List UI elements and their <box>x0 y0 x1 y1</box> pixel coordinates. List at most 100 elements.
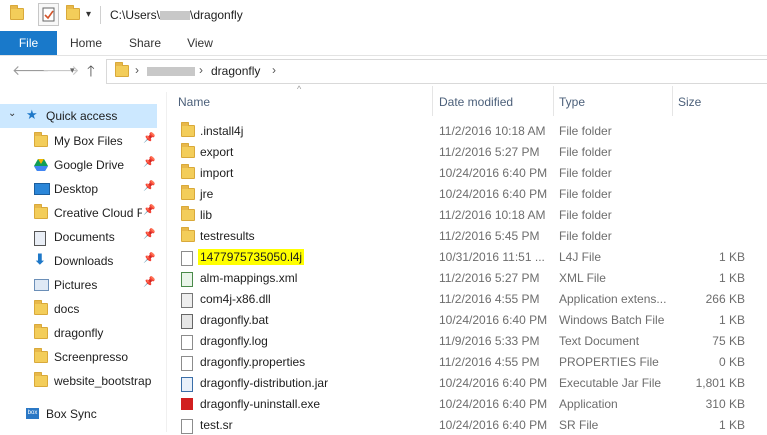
address-current-folder[interactable]: dragonfly <box>211 64 260 78</box>
nav-label: Creative Cloud F <box>54 206 142 220</box>
nav-item-google-drive[interactable]: Google Drive 📌 <box>0 153 157 177</box>
address-chevron-icon[interactable]: › <box>199 63 203 77</box>
title-path-folder: \dragonfly <box>190 8 243 22</box>
chevron-down-icon[interactable]: ⌄ <box>8 108 16 119</box>
tab-home[interactable]: Home <box>62 31 110 55</box>
new-folder-quick-icon[interactable] <box>66 5 80 20</box>
file-row[interactable]: alm-mappings.xml 11/2/2016 5:27 PM XML Fil… <box>167 267 767 288</box>
file-row[interactable]: .install4j 11/2/2016 10:18 AM File folder <box>167 120 767 141</box>
nav-item-docs[interactable]: docs <box>0 297 157 321</box>
file-size: 1 KB <box>718 418 745 432</box>
file-date: 10/24/2016 6:40 PM <box>439 397 548 411</box>
name-text: dragonfly-uninstall.exe <box>200 397 321 411</box>
redacted-username <box>160 11 191 21</box>
file-name: alm-mappings.xml <box>200 271 297 285</box>
nav-item-downloads[interactable]: ⬇ Downloads 📌 <box>0 249 157 273</box>
address-bar[interactable]: › › dragonfly › <box>106 59 767 84</box>
file-type: SR File <box>559 418 599 432</box>
name-text: .install4j <box>200 124 244 138</box>
column-divider[interactable] <box>553 86 554 116</box>
folder-icon <box>10 5 24 20</box>
pin-icon[interactable]: 📌 <box>143 157 155 168</box>
file-type: Windows Batch File <box>559 313 665 327</box>
file-row[interactable]: com4j-x86.dll 11/2/2016 4:55 PM Applicatio… <box>167 288 767 309</box>
file-row[interactable]: dragonfly-distribution.jar 10/24/2016 6:4… <box>167 372 767 393</box>
file-type: File folder <box>559 229 612 243</box>
tab-file[interactable]: File <box>0 31 57 55</box>
nav-item-website-bootstrap[interactable]: website_bootstrap <box>0 369 157 393</box>
name-text: com4j-x86.dll <box>200 292 271 306</box>
nav-box-sync[interactable]: box Box Sync <box>0 402 157 426</box>
column-header-size[interactable]: Size <box>678 95 701 109</box>
file-type: Application extens... <box>559 292 667 306</box>
name-text: export <box>200 145 234 159</box>
file-size: 1 KB <box>718 250 745 264</box>
column-header-date[interactable]: Date modified <box>439 95 513 109</box>
column-divider[interactable] <box>432 86 433 116</box>
nav-item-pictures[interactable]: Pictures 📌 <box>0 273 157 297</box>
nav-item-dragonfly[interactable]: dragonfly <box>0 321 157 345</box>
customize-quick-access-icon[interactable]: ▾ <box>86 9 91 20</box>
pin-icon[interactable]: 📌 <box>143 205 155 216</box>
file-name: dragonfly.bat <box>200 313 269 327</box>
file-row[interactable]: dragonfly.bat 10/24/2016 6:40 PM Windows B… <box>167 309 767 330</box>
pin-icon[interactable]: 📌 <box>143 181 155 192</box>
file-name: dragonfly.properties <box>200 355 305 369</box>
folder-icon <box>181 164 195 179</box>
tab-share[interactable]: Share <box>120 31 170 55</box>
nav-quick-access[interactable]: ⌄ ★ Quick access <box>0 104 157 128</box>
nav-item-my-box-files[interactable]: My Box Files 📌 <box>0 129 157 153</box>
ribbon-tabs: File Home Share View <box>0 31 767 56</box>
desktop-icon <box>34 183 50 195</box>
folder-icon <box>34 204 48 219</box>
pin-icon[interactable]: 📌 <box>143 133 155 144</box>
file-row[interactable]: dragonfly.log 11/9/2016 5:33 PM Text Docum… <box>167 330 767 351</box>
file-row[interactable]: lib 11/2/2016 10:18 AM File folder <box>167 204 767 225</box>
file-row[interactable]: dragonfly-uninstall.exe 10/24/2016 6:40 P… <box>167 393 767 414</box>
tab-view[interactable]: View <box>178 31 222 55</box>
file-type: PROPERTIES File <box>559 355 659 369</box>
file-name: dragonfly-distribution.jar <box>200 376 328 390</box>
folder-icon <box>181 185 195 200</box>
file-row[interactable]: jre 10/24/2016 6:40 PM File folder <box>167 183 767 204</box>
file-row[interactable]: testresults 11/2/2016 5:45 PM File folder <box>167 225 767 246</box>
nav-item-creative-cloud[interactable]: Creative Cloud F 📌 <box>0 201 157 225</box>
file-size: 1 KB <box>718 313 745 327</box>
pin-icon[interactable]: 📌 <box>143 277 155 288</box>
file-type: File folder <box>559 145 612 159</box>
up-arrow-icon[interactable]: 🡑 <box>87 61 95 86</box>
file-name: test.sr <box>200 418 233 432</box>
separator <box>100 6 101 24</box>
properties-quick-icon[interactable] <box>38 3 59 26</box>
file-type: File folder <box>559 166 612 180</box>
file-row[interactable]: dragonfly.properties 11/2/2016 4:55 PM PRO… <box>167 351 767 372</box>
file-row[interactable]: 1477975735050.l4j 10/31/2016 11:51 ... L4J… <box>167 246 767 267</box>
column-divider[interactable] <box>672 86 673 116</box>
nav-item-screenpresso[interactable]: Screenpresso <box>0 345 157 369</box>
file-name: 1477975735050.l4j <box>198 249 305 265</box>
file-date: 10/24/2016 6:40 PM <box>439 313 548 327</box>
file-type: File folder <box>559 124 612 138</box>
file-row[interactable]: import 10/24/2016 6:40 PM File folder <box>167 162 767 183</box>
nav-item-documents[interactable]: Documents 📌 <box>0 225 157 249</box>
column-header-type[interactable]: Type <box>559 95 585 109</box>
file-size: 266 KB <box>705 292 745 306</box>
nav-item-desktop[interactable]: Desktop 📌 <box>0 177 157 201</box>
recent-locations-icon[interactable]: ▾ <box>70 65 75 76</box>
column-header-name[interactable]: Name <box>178 95 210 109</box>
pin-icon[interactable]: 📌 <box>143 253 155 264</box>
folder-icon <box>181 122 195 137</box>
file-type: XML File <box>559 271 606 285</box>
downloads-icon: ⬇ <box>34 251 46 267</box>
file-icon <box>181 356 193 371</box>
file-icon <box>181 335 193 350</box>
nav-label: Pictures <box>54 278 98 292</box>
sort-ascending-icon: ^ <box>297 84 302 94</box>
google-drive-icon <box>34 159 48 174</box>
address-chevron-icon[interactable]: › <box>135 63 139 77</box>
nav-label: Screenpresso <box>54 350 129 364</box>
pin-icon[interactable]: 📌 <box>143 229 155 240</box>
folder-icon <box>34 372 48 387</box>
file-row[interactable]: export 11/2/2016 5:27 PM File folder <box>167 141 767 162</box>
address-chevron-icon[interactable]: › <box>272 63 276 77</box>
